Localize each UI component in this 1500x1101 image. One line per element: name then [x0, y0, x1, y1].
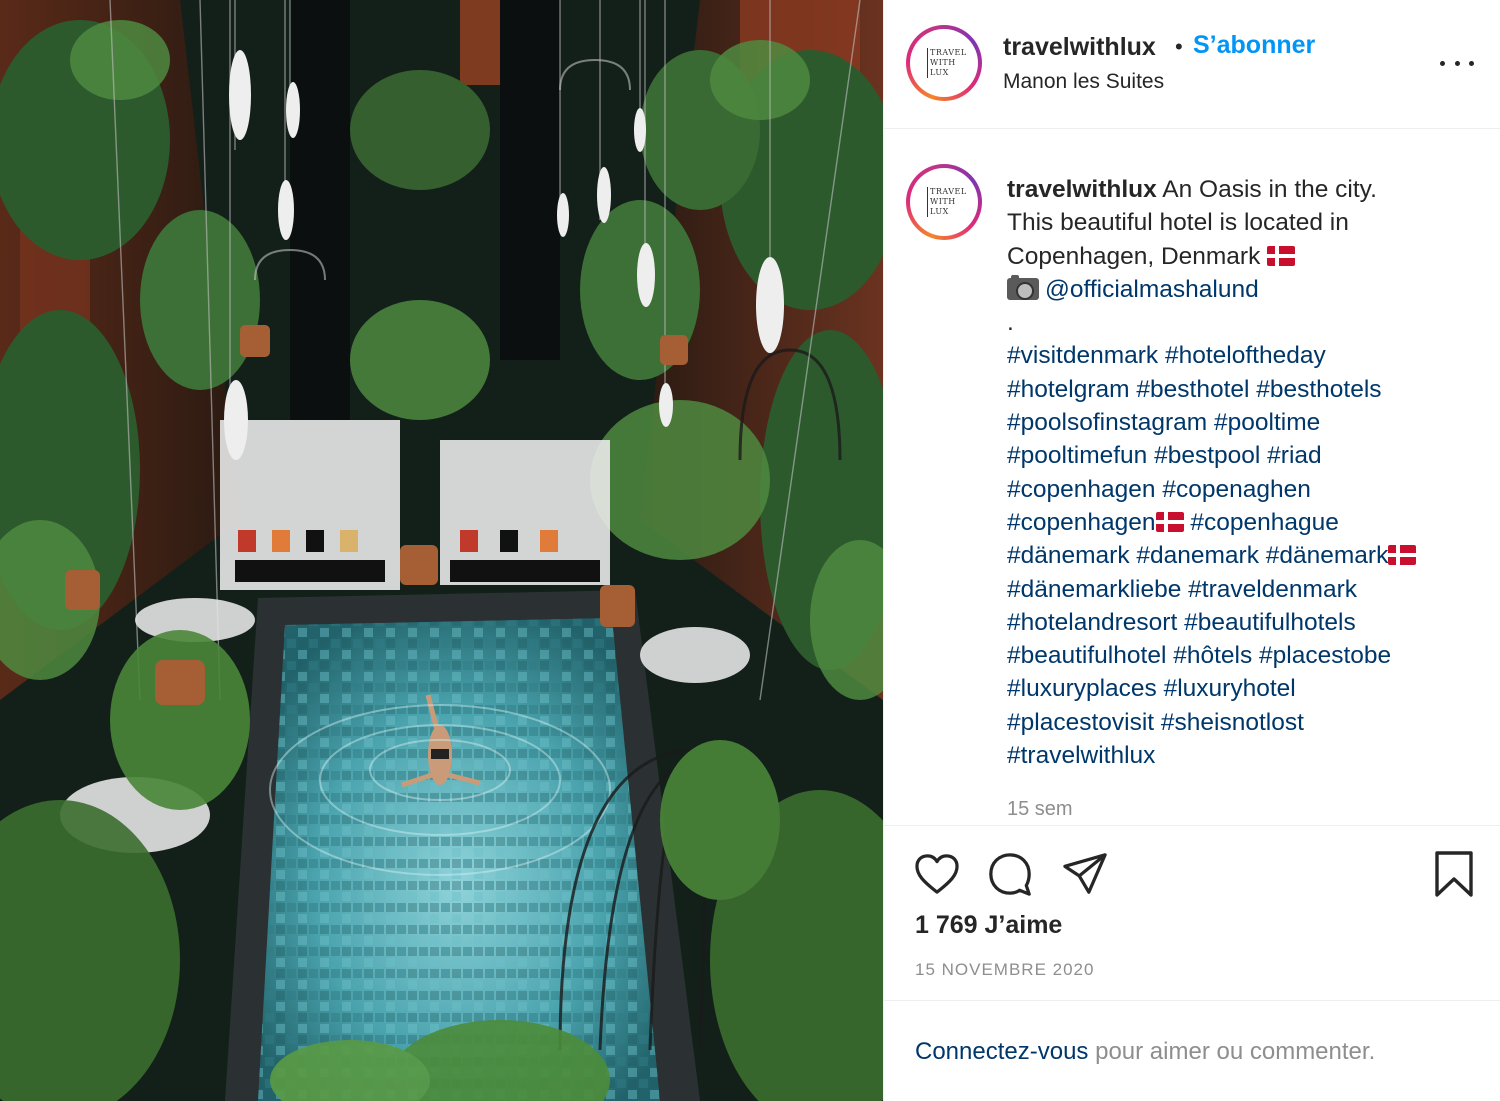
- heart-icon[interactable]: [912, 849, 962, 899]
- denmark-flag-icon: [1267, 245, 1296, 266]
- hashtag-line[interactable]: #beautifulhotel #hôtels #placestobe: [1007, 639, 1477, 672]
- hashtag-link[interactable]: #copenhague: [1190, 509, 1339, 536]
- post-header: TRAVEL WITH LUX travelwithlux • S’abonne…: [884, 0, 1500, 129]
- post-date[interactable]: 15 NOVEMBRE 2020: [915, 960, 1094, 980]
- camera-icon: [1007, 274, 1039, 300]
- hashtag-line[interactable]: #hotelandresort #beautifulhotels: [1007, 606, 1477, 639]
- hashtag-line[interactable]: #visitdenmark #hoteloftheday: [1007, 339, 1477, 372]
- travelwithlux-logo: TRAVEL WITH LUX: [913, 171, 975, 233]
- time-ago[interactable]: 15 sem: [1007, 798, 1073, 821]
- hashtag-line[interactable]: #dänemarkliebe #traveldenmark: [1007, 573, 1477, 606]
- hashtag-line[interactable]: #poolsofinstagram #pooltime: [1007, 406, 1477, 439]
- bookmark-icon[interactable]: [1429, 849, 1479, 899]
- post-actions: 1 769 J’aime 15 NOVEMBRE 2020: [884, 827, 1500, 1001]
- separator-dot: •: [1175, 34, 1183, 59]
- login-prompt: Connectez-vous pour aimer ou commenter.: [915, 1038, 1375, 1066]
- caption-avatar[interactable]: TRAVEL WITH LUX: [906, 164, 982, 240]
- post-sidebar: TRAVEL WITH LUX travelwithlux • S’abonne…: [883, 0, 1500, 1101]
- hotel-pool-photo: [0, 0, 883, 1101]
- caption-line-3: Copenhagen, Denmark: [1007, 242, 1261, 270]
- caption-line-2: This beautiful hotel is located in: [1007, 209, 1349, 237]
- mention-link[interactable]: @officialmashalund: [1045, 276, 1259, 303]
- denmark-flag-icon: [1155, 511, 1184, 532]
- hashtag-line[interactable]: #dänemark #danemark #dänemark: [1007, 542, 1388, 569]
- post-caption: travelwithlux An Oasis in the city. This…: [1007, 173, 1477, 772]
- username-link[interactable]: travelwithlux: [1003, 33, 1156, 62]
- location-link[interactable]: Manon les Suites: [1003, 70, 1164, 94]
- hashtag-line[interactable]: #travelwithlux: [1007, 739, 1477, 772]
- denmark-flag-icon: [1388, 545, 1417, 566]
- travelwithlux-logo: TRAVEL WITH LUX: [913, 32, 975, 94]
- caption-line-1: An Oasis in the city.: [1162, 176, 1377, 203]
- caption-dot: .: [1007, 309, 1014, 337]
- avatar[interactable]: TRAVEL WITH LUX: [906, 25, 982, 101]
- login-prompt-text: pour aimer ou commenter.: [1088, 1038, 1376, 1065]
- hashtag-link[interactable]: #copenhagen: [1007, 509, 1156, 536]
- more-options-icon[interactable]: [1440, 50, 1474, 76]
- hashtag-line[interactable]: #luxuryplaces #luxuryhotel: [1007, 672, 1477, 705]
- hashtag-line[interactable]: #placestovisit #sheisnotlost: [1007, 706, 1477, 739]
- caption-username[interactable]: travelwithlux: [1007, 176, 1157, 203]
- comments-section: TRAVEL WITH LUX travelwithlux An Oasis i…: [884, 130, 1500, 826]
- hashtag-line[interactable]: #pooltimefun #bestpool #riad: [1007, 439, 1477, 472]
- login-link[interactable]: Connectez-vous: [915, 1038, 1088, 1065]
- comment-icon[interactable]: [985, 849, 1035, 899]
- paper-plane-icon[interactable]: [1060, 849, 1110, 899]
- likes-count[interactable]: 1 769 J’aime: [915, 911, 1062, 940]
- post-photo[interactable]: [0, 0, 883, 1101]
- hashtag-line[interactable]: #hotelgram #besthotel #besthotels: [1007, 373, 1477, 406]
- hashtag-line[interactable]: #copenhagen #copenaghen: [1007, 473, 1477, 506]
- follow-button[interactable]: S’abonner: [1193, 31, 1315, 60]
